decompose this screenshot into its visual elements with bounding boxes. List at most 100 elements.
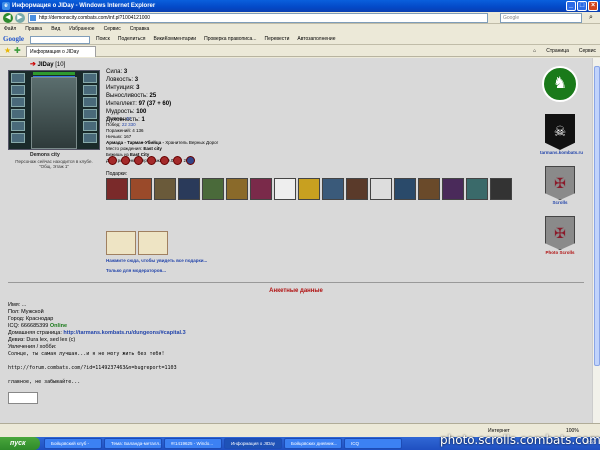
maximize-button[interactable]: □ bbox=[577, 1, 587, 11]
toolbar-search[interactable]: Поиск bbox=[96, 34, 110, 45]
stat-row: Интеллект: 97 (37 + 60) bbox=[106, 101, 172, 107]
gift-icon[interactable] bbox=[322, 178, 344, 200]
badge-icon[interactable] bbox=[121, 156, 130, 165]
gift-icon[interactable] bbox=[202, 178, 224, 200]
equip-slot[interactable] bbox=[83, 97, 97, 107]
menu-edit[interactable]: Правка bbox=[25, 24, 42, 34]
equip-slot[interactable] bbox=[83, 109, 97, 119]
profile-hobby-label: Увлечения / хобби: bbox=[8, 344, 57, 350]
gift-icon[interactable] bbox=[106, 178, 128, 200]
hit-counter[interactable] bbox=[8, 392, 38, 404]
scrolls-label[interactable]: Scrolls bbox=[540, 200, 580, 205]
badge-icon[interactable] bbox=[186, 156, 195, 165]
badge-icon[interactable] bbox=[134, 156, 143, 165]
profile-name: Имя: ... bbox=[8, 302, 27, 308]
badge-icon[interactable] bbox=[108, 156, 117, 165]
gift-icon[interactable] bbox=[130, 178, 152, 200]
forward-icon[interactable]: ▶ bbox=[15, 13, 25, 23]
add-favorite-icon[interactable]: ✚ bbox=[14, 46, 21, 56]
gift-icon[interactable] bbox=[298, 178, 320, 200]
menu-file[interactable]: Файл bbox=[4, 24, 16, 34]
gift-icon[interactable] bbox=[442, 178, 464, 200]
page-menu[interactable]: Страница bbox=[546, 45, 569, 57]
profile-data: Имя: ... Пол: Мужской Город: Краснодар I… bbox=[8, 302, 186, 386]
equip-slot[interactable] bbox=[11, 121, 25, 131]
menu-bar: Файл Правка Вид Избранное Сервис Справка bbox=[0, 24, 600, 34]
tarmans-banner[interactable]: ☠ tarmans.kombats.ru bbox=[540, 114, 583, 155]
toolbar-translate[interactable]: Перевести bbox=[264, 34, 289, 45]
stat-row: Ловкость: 3 bbox=[106, 77, 139, 83]
taskbar-item[interactable]: ICQ bbox=[344, 438, 402, 449]
gift-icon[interactable] bbox=[226, 178, 248, 200]
homepage-link[interactable]: http://tarmans.kombats.ru/dungeons/#capi… bbox=[63, 330, 185, 336]
google-search-input[interactable] bbox=[30, 36, 90, 44]
taskbar-item[interactable]: Бойцовских диевник... bbox=[284, 438, 342, 449]
gift-icon[interactable] bbox=[490, 178, 512, 200]
gift-icon[interactable] bbox=[394, 178, 416, 200]
badge-icon[interactable] bbox=[147, 156, 156, 165]
gift-icon[interactable] bbox=[466, 178, 488, 200]
taskbar-item[interactable]: Тема: Баланда-металл... bbox=[104, 438, 162, 449]
tarmans-label[interactable]: tarmans.kombats.ru bbox=[540, 150, 583, 155]
badge-icon[interactable] bbox=[160, 156, 169, 165]
close-button[interactable]: × bbox=[588, 1, 598, 11]
ie-icon: e bbox=[2, 2, 10, 10]
forum-link[interactable]: http://forum.combats.com/?id=1149237463&… bbox=[8, 365, 186, 372]
taskbar-item[interactable]: Бойцовский клуб - bbox=[44, 438, 102, 449]
tab-info[interactable]: Информация о JIDay bbox=[26, 46, 96, 57]
gift-icon[interactable] bbox=[370, 178, 392, 200]
toolbar-autofill[interactable]: Автозаполнение bbox=[297, 34, 335, 45]
character-name-text[interactable]: JIDay bbox=[38, 62, 54, 68]
minimize-button[interactable]: _ bbox=[566, 1, 576, 11]
equip-slot[interactable] bbox=[83, 73, 97, 83]
letter-gift-icon[interactable] bbox=[138, 231, 168, 255]
gift-icon[interactable] bbox=[154, 178, 176, 200]
gift-icon[interactable] bbox=[178, 178, 200, 200]
menu-view[interactable]: Вид bbox=[51, 24, 60, 34]
menu-tools[interactable]: Сервис bbox=[104, 24, 121, 34]
start-button[interactable]: пуск bbox=[0, 437, 40, 450]
search-icon[interactable]: ⌕ bbox=[585, 13, 597, 23]
scrolls-banner[interactable]: ✠ Scrolls bbox=[540, 166, 580, 205]
url-input[interactable]: http://demonscity.combats.com/inf.pl?100… bbox=[28, 13, 488, 23]
page-icon bbox=[30, 15, 36, 21]
back-icon[interactable]: ◀ bbox=[3, 13, 13, 23]
letter-gift-icon[interactable] bbox=[106, 231, 136, 255]
equip-slot[interactable] bbox=[11, 133, 25, 143]
search-input[interactable]: Google bbox=[500, 13, 582, 23]
toolbar-spellcheck[interactable]: Проверка правописа... bbox=[204, 34, 256, 45]
moderators-link[interactable]: Только для модераторов... bbox=[106, 268, 166, 273]
equip-slot[interactable] bbox=[11, 73, 25, 83]
equip-slot[interactable] bbox=[11, 85, 25, 95]
equip-slot[interactable] bbox=[83, 133, 97, 143]
home-icon[interactable]: ⌂ bbox=[533, 45, 536, 57]
equip-slot[interactable] bbox=[11, 97, 25, 107]
taskbar-item[interactable]: Информация о JIDay bbox=[224, 438, 282, 449]
gift-icon[interactable] bbox=[418, 178, 440, 200]
gift-icon[interactable] bbox=[274, 178, 296, 200]
tools-menu[interactable]: Сервис bbox=[579, 45, 596, 57]
vertical-scrollbar[interactable] bbox=[592, 58, 600, 423]
all-gifts-link[interactable]: Нажмите сюда, чтобы увидеть все подарки.… bbox=[106, 258, 207, 263]
menu-favorites[interactable]: Избранное bbox=[69, 24, 94, 34]
equip-slot[interactable] bbox=[83, 121, 97, 131]
favorites-star-icon[interactable]: ★ bbox=[4, 46, 11, 56]
menu-help[interactable]: Справка bbox=[130, 24, 150, 34]
toolbar-wiki[interactable]: ВикиКомментарии bbox=[153, 34, 196, 45]
scrollbar-thumb[interactable] bbox=[594, 66, 600, 366]
taskbar-item[interactable]: #r1419625 - Windo... bbox=[164, 438, 222, 449]
profile-motto: Девиз: Dura lex, sed lex (с) bbox=[8, 337, 76, 343]
photo-scrolls-label[interactable]: Photo Scrolls bbox=[540, 250, 580, 255]
toolbar-share[interactable]: Поделиться bbox=[118, 34, 146, 45]
badge-icon[interactable] bbox=[173, 156, 182, 165]
photo-scrolls-banner[interactable]: ✠ Photo Scrolls bbox=[540, 216, 580, 255]
gift-icon[interactable] bbox=[346, 178, 368, 200]
gift-icon[interactable] bbox=[250, 178, 272, 200]
tarmans-logo[interactable]: ♞ bbox=[540, 66, 580, 102]
equip-slot[interactable] bbox=[83, 85, 97, 95]
browser-window: e Информация о JIDay - Windows Internet … bbox=[0, 0, 600, 437]
equip-slot[interactable] bbox=[11, 109, 25, 119]
profile-city: Город: Краснодар bbox=[8, 316, 54, 322]
skull-banner-icon: ☠ bbox=[545, 114, 575, 150]
profile-title: Анкетные данные bbox=[269, 288, 323, 294]
